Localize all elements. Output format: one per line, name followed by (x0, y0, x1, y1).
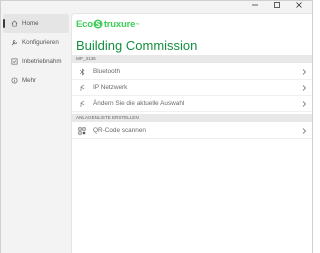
sidebar-item-home[interactable]: Home (3, 14, 69, 33)
list-item-qr-scan[interactable]: QR-Code scannen (72, 123, 312, 139)
sidebar-item-mehr[interactable]: Mehr (3, 71, 69, 90)
row-label: IP Netzwerk (93, 84, 128, 91)
qr-code-icon (78, 126, 86, 135)
ecostruxure-logo: Eco truxure ™ (76, 18, 140, 30)
list-item-ip-network[interactable]: IP Netzwerk (72, 80, 312, 96)
main-content: Eco truxure ™ Building Commission MP_313… (71, 13, 312, 253)
close-button[interactable] (288, 1, 310, 13)
page-title: Building Commission (76, 38, 198, 53)
minimize-button[interactable] (244, 1, 266, 13)
configure-icon (10, 39, 18, 47)
sidebar-item-label: Konfigurieren (22, 39, 59, 46)
maximize-button[interactable] (266, 1, 288, 13)
section-header-device: MP_3136 (72, 55, 312, 63)
section-header-asset-list: ANLAGENLISTE ERSTELLEN (72, 114, 312, 122)
sidebar-item-label: Inbetriebnahm (22, 58, 62, 65)
close-icon (296, 2, 302, 8)
chevron-right-icon (302, 85, 306, 91)
sidebar: Home Konfigurieren Inbetriebnahm Mehr (1, 13, 71, 253)
info-icon (10, 77, 18, 85)
chevron-right-icon (302, 101, 306, 107)
ecostruxure-s-icon (93, 19, 103, 29)
sidebar-item-label: Mehr (22, 77, 37, 84)
row-label: Bluetooth (93, 68, 121, 75)
app-window: Home Konfigurieren Inbetriebnahm Mehr Ec… (0, 0, 313, 253)
title-bar (1, 1, 312, 13)
maximize-icon (274, 2, 280, 8)
row-label: Ändern Sie die aktuelle Auswahl (93, 100, 185, 107)
sidebar-item-label: Home (22, 20, 39, 27)
chevron-right-icon (302, 69, 306, 75)
commission-icon (10, 58, 18, 66)
bluetooth-icon (78, 67, 86, 76)
row-label: QR-Code scannen (93, 127, 146, 134)
change-selection-icon (78, 100, 86, 108)
minimize-icon (252, 4, 258, 6)
ethernet-icon (78, 84, 86, 92)
sidebar-item-inbetriebnahme[interactable]: Inbetriebnahm (3, 52, 69, 71)
home-icon (10, 20, 18, 28)
list-item-bluetooth[interactable]: Bluetooth (72, 64, 312, 80)
active-indicator (3, 19, 5, 28)
sidebar-item-konfigurieren[interactable]: Konfigurieren (3, 33, 69, 52)
list-item-change-selection[interactable]: Ändern Sie die aktuelle Auswahl (72, 96, 312, 112)
chevron-right-icon (302, 128, 306, 134)
